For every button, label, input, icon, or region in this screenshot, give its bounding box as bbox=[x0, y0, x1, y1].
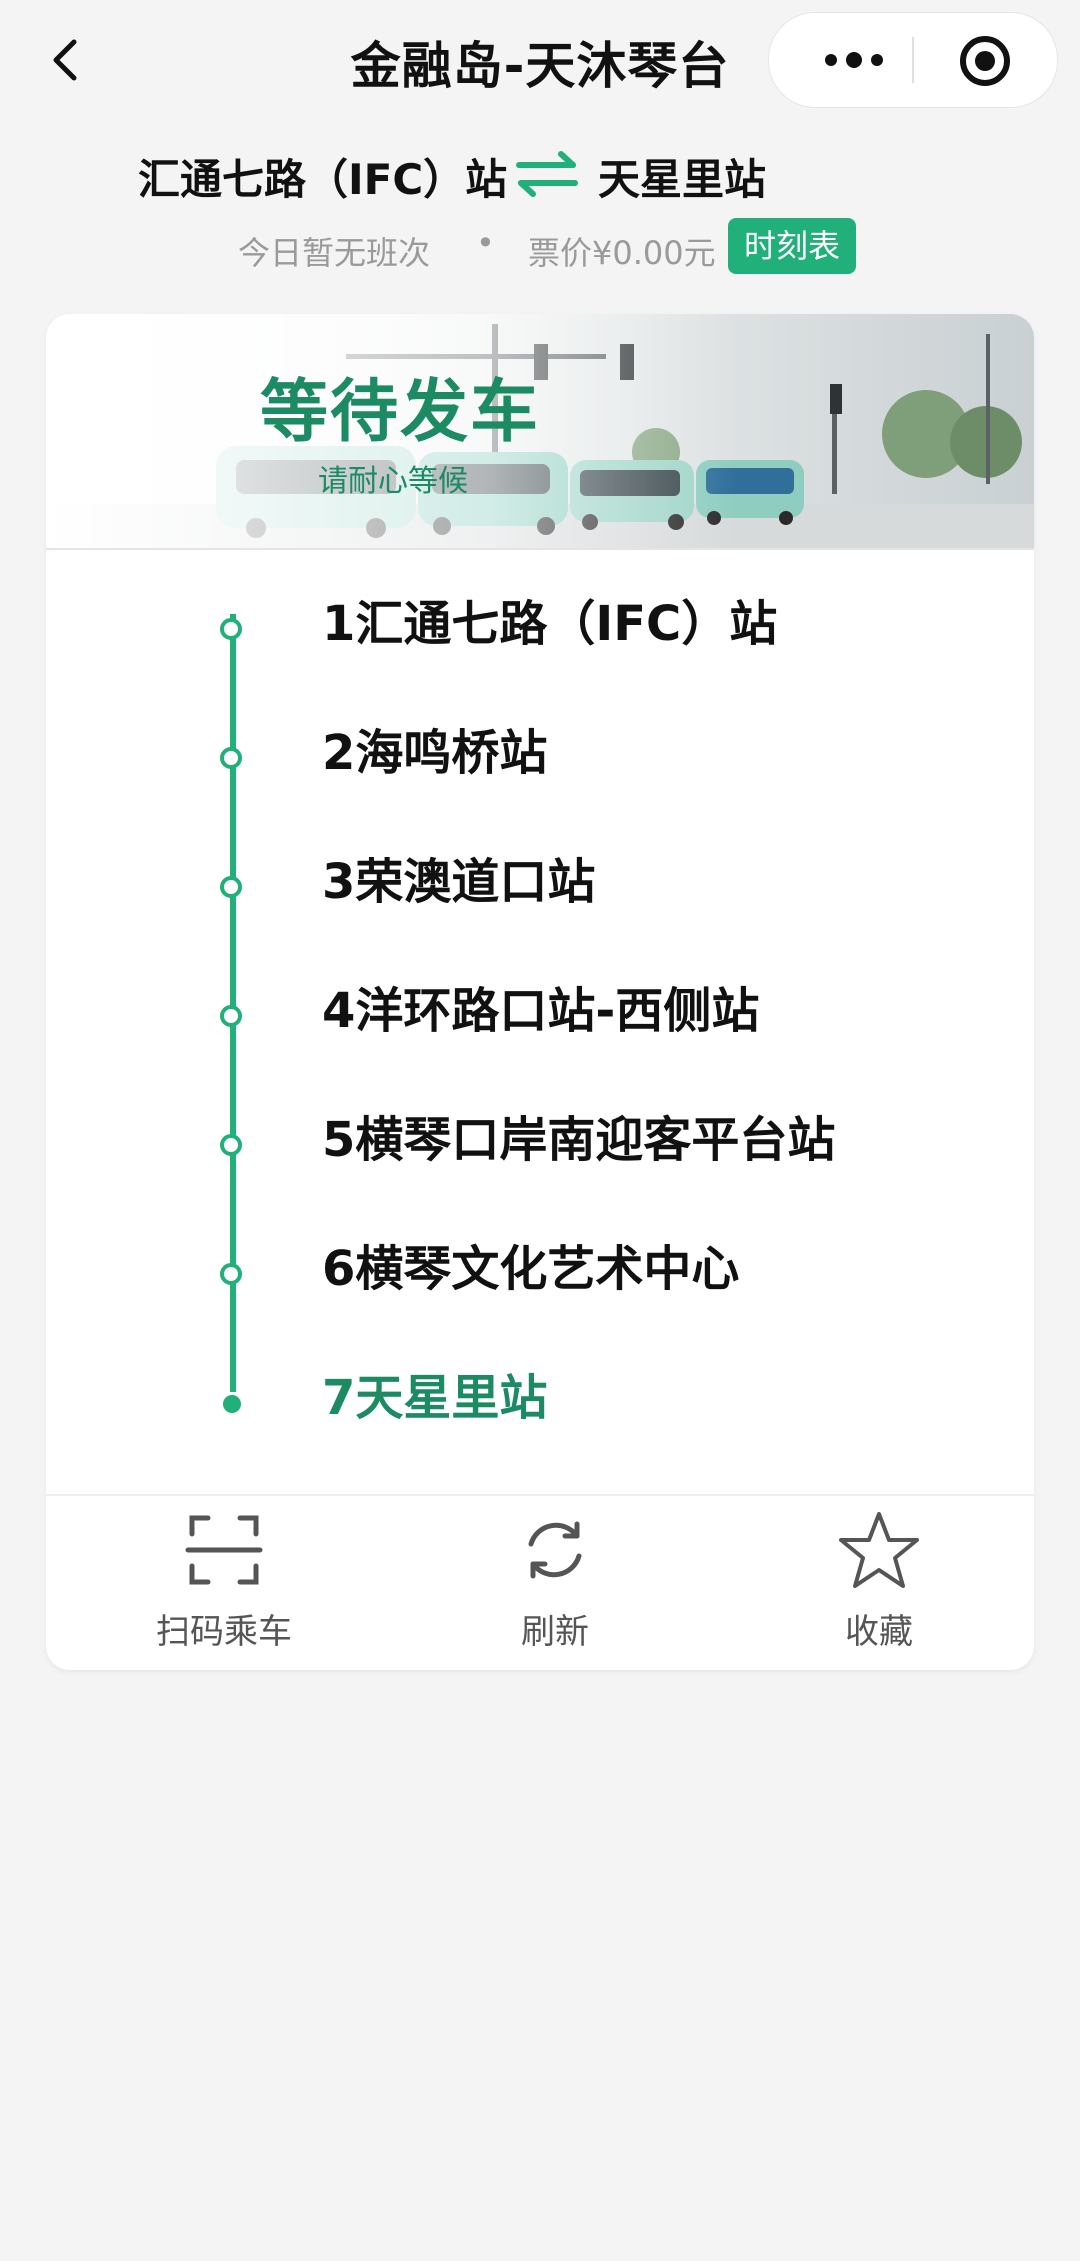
stop-node bbox=[220, 618, 242, 640]
route-card: 等待发车 请耐心等候 1汇通七路（IFC）站 2海鸣桥站 3荣澳道口站 4洋环路… bbox=[46, 314, 1034, 1670]
stop-item[interactable]: 3荣澳道口站 bbox=[46, 852, 1034, 932]
stop-item[interactable]: 5横琴口岸南迎客平台站 bbox=[46, 1110, 1034, 1190]
stop-label: 7天星里站 bbox=[322, 1370, 548, 1426]
stop-node bbox=[220, 1005, 242, 1027]
chevron-left-icon bbox=[53, 39, 77, 81]
page-title: 金融岛-天沐琴台 bbox=[350, 37, 730, 95]
route-info: 今日暂无班次 • 票价¥0.00元 时刻表 bbox=[0, 218, 1080, 278]
status-banner: 等待发车 请耐心等候 bbox=[46, 314, 1034, 550]
nav-bar: 金融岛-天沐琴台 bbox=[0, 0, 1080, 120]
favorite-label: 收藏 bbox=[845, 1612, 913, 1652]
today-status: 今日暂无班次 bbox=[238, 234, 431, 272]
target-icon bbox=[960, 36, 1010, 86]
more-button[interactable] bbox=[809, 35, 899, 85]
banner-divider bbox=[46, 548, 1034, 550]
ticket-price: 票价¥0.00元 bbox=[528, 234, 716, 272]
info-separator: • bbox=[476, 224, 495, 262]
stop-item[interactable]: 4洋环路口站-西侧站 bbox=[46, 981, 1034, 1061]
status-title: 等待发车 bbox=[260, 373, 541, 452]
schedule-button[interactable]: 时刻表 bbox=[728, 218, 856, 274]
close-program-button[interactable] bbox=[957, 33, 1013, 89]
refresh-button[interactable]: 刷新 bbox=[445, 1510, 665, 1660]
stop-label: 2海鸣桥站 bbox=[322, 725, 548, 781]
stop-item[interactable]: 6横琴文化艺术中心 bbox=[46, 1239, 1034, 1319]
stop-label: 6横琴文化艺术中心 bbox=[322, 1241, 740, 1297]
stop-node bbox=[220, 876, 242, 898]
scan-to-ride-button[interactable]: 扫码乘车 bbox=[114, 1510, 334, 1660]
back-button[interactable] bbox=[40, 30, 100, 90]
stop-node-active bbox=[223, 1395, 241, 1413]
mini-program-capsule bbox=[768, 12, 1058, 108]
capsule-divider bbox=[912, 37, 914, 83]
stop-label: 4洋环路口站-西侧站 bbox=[322, 983, 760, 1039]
stop-node bbox=[220, 747, 242, 769]
star-icon bbox=[839, 1512, 919, 1588]
stop-label: 3荣澳道口站 bbox=[322, 854, 596, 910]
swap-direction-button[interactable] bbox=[515, 148, 579, 198]
origin-station: 汇通七路（IFC）站 bbox=[138, 155, 508, 204]
favorite-button[interactable]: 收藏 bbox=[769, 1510, 989, 1660]
stop-label: 1汇通七路（IFC）站 bbox=[322, 596, 778, 652]
stop-node bbox=[220, 1134, 242, 1156]
stop-item[interactable]: 1汇通七路（IFC）站 bbox=[46, 594, 1034, 674]
stop-label: 5横琴口岸南迎客平台站 bbox=[322, 1112, 836, 1168]
refresh-icon bbox=[528, 1521, 582, 1579]
refresh-label: 刷新 bbox=[521, 1612, 589, 1652]
scan-icon bbox=[185, 1515, 263, 1585]
status-subtitle: 请耐心等候 bbox=[318, 464, 468, 499]
destination-station: 天星里站 bbox=[598, 155, 767, 204]
action-bar-divider bbox=[46, 1494, 1034, 1496]
route-header: 汇通七路（IFC）站 天星里站 bbox=[0, 140, 1080, 204]
more-dots-icon bbox=[825, 52, 883, 68]
stop-item-destination[interactable]: 7天星里站 bbox=[46, 1368, 1034, 1448]
swap-arrows-icon bbox=[516, 151, 578, 197]
stop-item[interactable]: 2海鸣桥站 bbox=[46, 723, 1034, 803]
stop-node bbox=[220, 1263, 242, 1285]
scan-label: 扫码乘车 bbox=[156, 1612, 292, 1652]
